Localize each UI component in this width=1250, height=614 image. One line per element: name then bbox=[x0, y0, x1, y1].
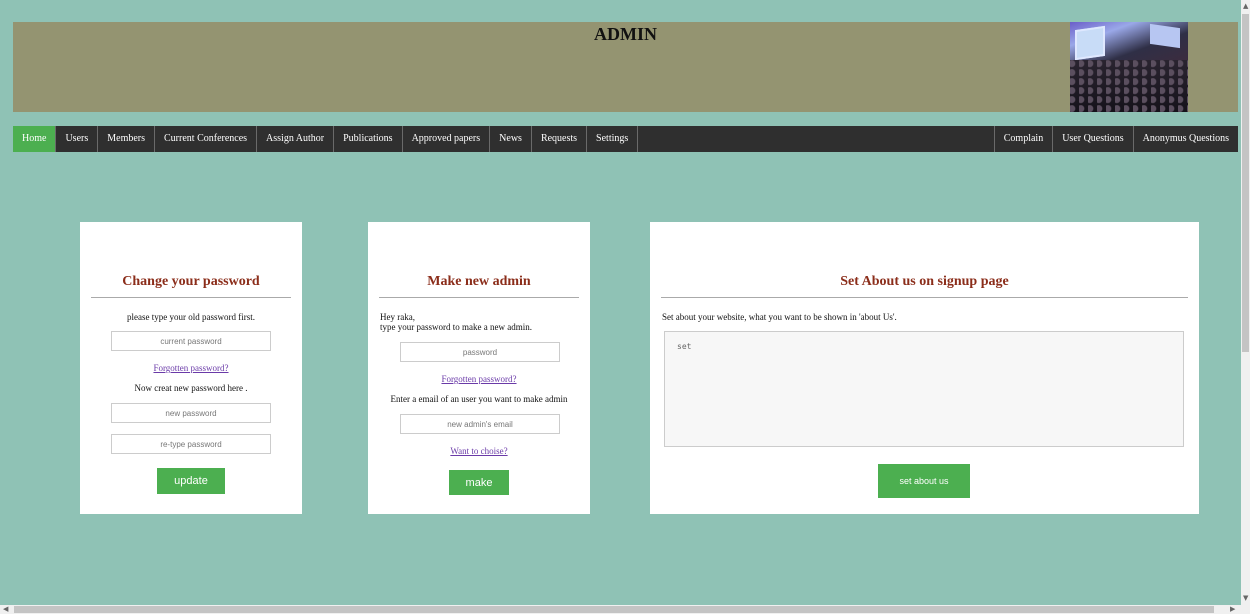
nav-item-members[interactable]: Members bbox=[98, 126, 156, 152]
nav-item-requests[interactable]: Requests bbox=[532, 126, 588, 152]
scroll-right-arrow-icon[interactable]: ▶ bbox=[1230, 605, 1235, 614]
divider bbox=[91, 297, 291, 298]
retype-password-input[interactable] bbox=[111, 434, 271, 454]
scroll-down-arrow-icon[interactable]: ▼ bbox=[1243, 594, 1248, 603]
nav-item-approved-papers[interactable]: Approved papers bbox=[403, 126, 491, 152]
admin-password-input[interactable] bbox=[400, 342, 560, 362]
email-instruction: Enter a email of an user you want to mak… bbox=[390, 394, 568, 404]
forgot-password-link[interactable]: Forgotten password? bbox=[368, 374, 590, 384]
nav-item-anonymus-questions[interactable]: Anonymus Questions bbox=[1132, 126, 1238, 152]
scroll-up-arrow-icon[interactable]: ▲ bbox=[1243, 2, 1248, 11]
projector-screen bbox=[1150, 23, 1180, 49]
page-title: ADMIN bbox=[594, 24, 657, 44]
new-password-input[interactable] bbox=[111, 403, 271, 423]
projector-screen bbox=[1075, 25, 1105, 61]
nav-item-users[interactable]: Users bbox=[56, 126, 99, 152]
card-title: Change your password bbox=[122, 274, 260, 289]
set-about-us-button[interactable]: set about us bbox=[878, 464, 970, 498]
about-us-textarea[interactable]: set bbox=[664, 331, 1184, 447]
about-instruction: Set about your website, what you want to… bbox=[662, 312, 897, 322]
nav-item-publications[interactable]: Publications bbox=[334, 126, 403, 152]
main-nav: Home Users Members Current Conferences A… bbox=[13, 126, 1238, 152]
choose-user-link[interactable]: Want to choise? bbox=[368, 446, 590, 456]
new-admin-email-input[interactable] bbox=[400, 414, 560, 434]
conference-photo bbox=[1070, 22, 1188, 112]
nav-left-group: Home Users Members Current Conferences A… bbox=[13, 126, 639, 152]
about-us-card: Set About us on signup page Set about yo… bbox=[650, 222, 1199, 514]
nav-item-settings[interactable]: Settings bbox=[587, 126, 639, 152]
horizontal-scrollbar[interactable]: ◀ ▶ bbox=[0, 605, 1241, 614]
update-button[interactable]: update bbox=[157, 468, 225, 494]
nav-item-complain[interactable]: Complain bbox=[993, 126, 1052, 152]
nav-item-user-questions[interactable]: User Questions bbox=[1052, 126, 1132, 152]
old-password-instruction: please type your old password first. bbox=[127, 312, 255, 322]
audience bbox=[1070, 60, 1188, 112]
page: ADMIN Home Users Members Current Confere… bbox=[0, 0, 1250, 614]
scroll-left-arrow-icon[interactable]: ◀ bbox=[3, 605, 8, 614]
card-title: Set About us on signup page bbox=[840, 274, 1009, 289]
nav-item-assign-author[interactable]: Assign Author bbox=[257, 126, 335, 152]
card-title: Make new admin bbox=[427, 274, 531, 289]
vertical-scrollbar[interactable]: ▲ ▼ bbox=[1241, 0, 1250, 614]
divider bbox=[661, 297, 1188, 298]
make-button[interactable]: make bbox=[449, 470, 509, 495]
current-password-input[interactable] bbox=[111, 331, 271, 351]
nav-item-current-conferences[interactable]: Current Conferences bbox=[155, 126, 258, 152]
forgot-password-link[interactable]: Forgotten password? bbox=[80, 363, 302, 373]
make-admin-card: Make new admin Hey raka, type your passw… bbox=[368, 222, 590, 514]
nav-item-home[interactable]: Home bbox=[13, 126, 57, 152]
greeting-text: Hey raka, bbox=[380, 312, 415, 322]
nav-right-group: Complain User Questions Anonymus Questio… bbox=[993, 126, 1238, 152]
scrollbar-thumb[interactable] bbox=[1242, 14, 1249, 352]
scrollbar-thumb[interactable] bbox=[14, 606, 1214, 613]
new-password-instruction: Now creat new password here . bbox=[134, 383, 248, 393]
admin-password-instruction: type your password to make a new admin. bbox=[380, 322, 532, 332]
divider bbox=[379, 297, 579, 298]
nav-item-news[interactable]: News bbox=[490, 126, 532, 152]
header-banner: ADMIN bbox=[13, 22, 1238, 112]
change-password-card: Change your password please type your ol… bbox=[80, 222, 302, 514]
